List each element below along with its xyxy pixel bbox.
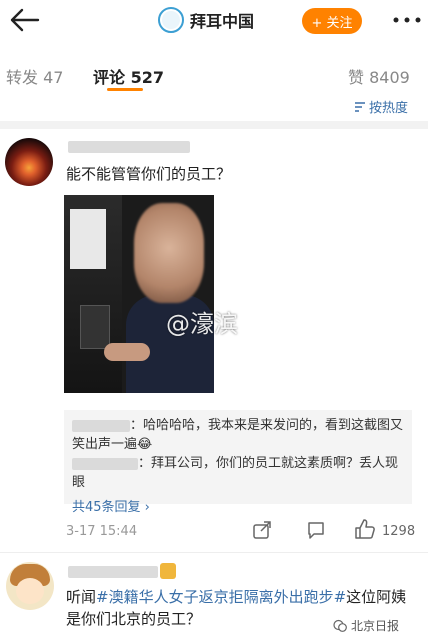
- active-tab-indicator: [107, 88, 143, 91]
- comment-icon[interactable]: [306, 520, 326, 540]
- avatar[interactable]: [5, 138, 53, 186]
- source-watermark: 北京日报: [330, 616, 403, 635]
- comment-divider: [0, 552, 428, 553]
- more-options-icon[interactable]: [392, 16, 422, 24]
- photo-watermark: @濠滨: [166, 310, 238, 338]
- blurred-face: [134, 203, 204, 303]
- blurred-username[interactable]: [68, 141, 190, 153]
- account-header[interactable]: 拜耳中国: [158, 6, 254, 34]
- avatar[interactable]: [6, 562, 54, 610]
- reply-item: ：哈哈哈哈，我本来是来发问的，看到这截图又笑出声一遍😂: [72, 418, 404, 452]
- like-count: 1298: [382, 524, 416, 539]
- comment-text: 能不能管管你们的员工？: [66, 165, 232, 183]
- tab-reposts[interactable]: 转发 47: [6, 64, 63, 88]
- sort-toggle[interactable]: 按热度: [354, 97, 408, 116]
- blurred-username[interactable]: [68, 566, 158, 578]
- comment-timestamp: 3-17 15:44: [66, 524, 138, 539]
- sort-icon: [355, 101, 365, 112]
- reply-item: ：拜耳公司，你们的员工就这素质啊？丢人现眼: [72, 456, 399, 490]
- tab-comments[interactable]: 评论 527: [93, 64, 164, 88]
- reply-preview-box[interactable]: ：哈哈哈哈，我本来是来发问的，看到这截图又笑出声一遍😂 ：拜耳公司，你们的员工就…: [64, 410, 412, 515]
- wechat-icon: [333, 619, 347, 632]
- sort-label: 按热度: [369, 101, 409, 116]
- hashtag-link[interactable]: #澳籍华人女子返京拒隔离外出跑步#: [96, 588, 346, 606]
- share-icon[interactable]: [252, 520, 272, 540]
- top-bar: 拜耳中国 + 关注: [0, 0, 428, 40]
- bayer-logo-icon: [158, 7, 184, 33]
- follow-button[interactable]: + 关注: [302, 8, 362, 34]
- tab-likes[interactable]: 赞 8409: [348, 64, 410, 88]
- blurred-reply-username[interactable]: [72, 457, 138, 470]
- member-badge-icon: [160, 563, 176, 579]
- section-divider: [0, 121, 428, 129]
- tab-bar: 转发 47 评论 527 赞 8409: [0, 60, 428, 91]
- view-all-replies-link[interactable]: 共45条回复 ›: [72, 496, 404, 515]
- blurred-reply-username[interactable]: [72, 419, 130, 432]
- back-arrow-icon[interactable]: [8, 6, 40, 34]
- thumbs-up-icon[interactable]: [354, 518, 376, 540]
- comment-photo[interactable]: [64, 195, 214, 393]
- account-name: 拜耳中国: [190, 12, 255, 31]
